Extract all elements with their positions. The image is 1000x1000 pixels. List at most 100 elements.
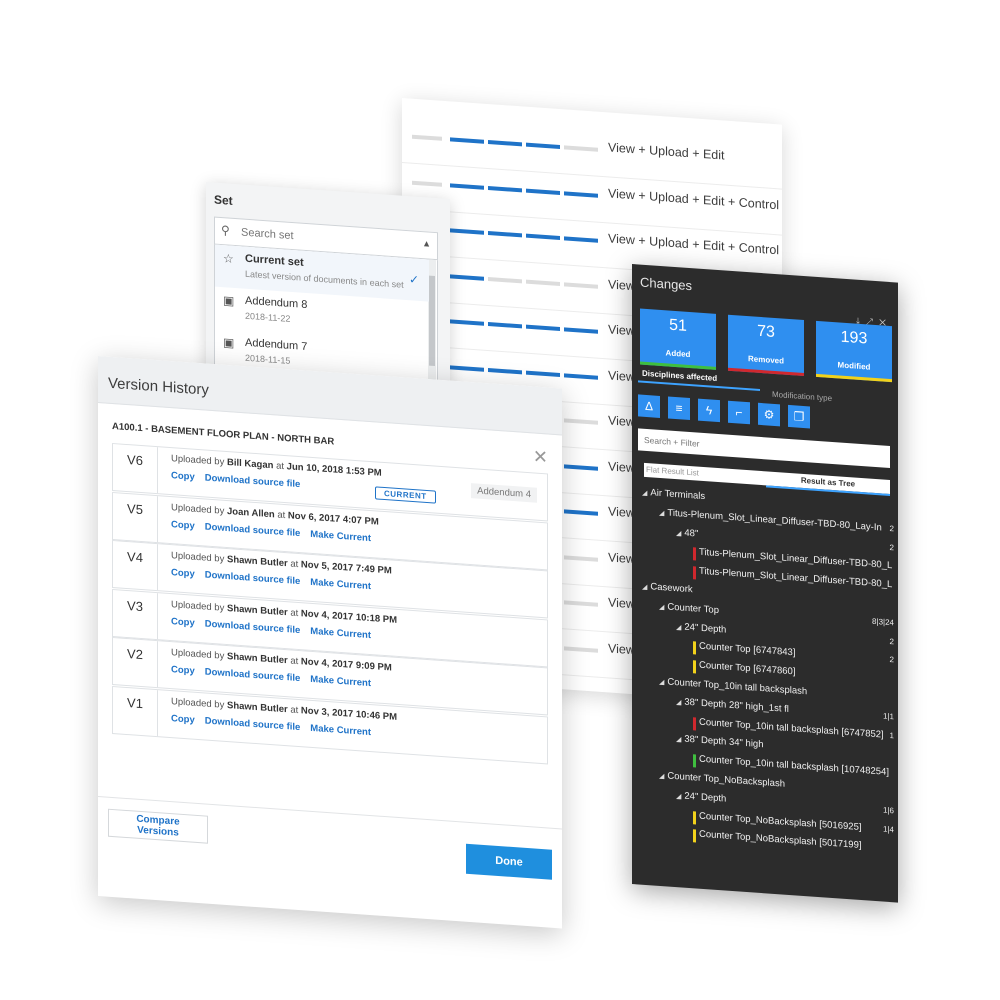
tree-node-label: Counter Top_NoBacksplash — [667, 770, 785, 790]
caret-down-icon[interactable]: ◢ — [676, 624, 681, 631]
permission-label: View — [608, 413, 635, 430]
stat-modified[interactable]: 193 Modified — [816, 320, 892, 383]
stat-value: 51 — [669, 316, 687, 335]
permission-segment — [526, 370, 561, 377]
star-icon: ☆ — [223, 251, 234, 266]
make-current-link[interactable]: Make Current — [310, 577, 371, 592]
copy-link[interactable]: Copy — [171, 567, 195, 580]
active-tab-indicator — [638, 380, 760, 391]
upload-date: Jun 10, 2018 1:53 PM — [286, 461, 382, 479]
electrical-icon[interactable]: ϟ — [698, 398, 720, 423]
download-source-link[interactable]: Download source file — [205, 618, 301, 636]
tree-node[interactable]: ◢ 24" Depth — [676, 790, 726, 804]
permission-segment — [564, 327, 598, 334]
structure-icon[interactable]: ≡ — [668, 396, 690, 421]
stat-value: 73 — [757, 322, 775, 341]
change-count: 2 — [889, 542, 894, 552]
make-current-link[interactable]: Make Current — [310, 674, 371, 689]
copy-link[interactable]: Copy — [171, 664, 195, 677]
copy-link[interactable]: Copy — [171, 470, 195, 483]
download-source-link[interactable]: Download source file — [205, 521, 301, 539]
copy-link[interactable]: Copy — [171, 616, 195, 629]
fire-protection-icon[interactable]: ❐ — [788, 404, 810, 429]
stat-removed[interactable]: 73 Removed — [728, 314, 804, 377]
caret-down-icon[interactable]: ◢ — [676, 736, 681, 743]
tab-modification-type[interactable]: Modification type — [772, 390, 832, 403]
upload-prefix: Uploaded by — [171, 598, 225, 614]
change-marker — [693, 547, 696, 561]
caret-down-icon[interactable]: ◢ — [659, 510, 664, 517]
tree-node[interactable]: ◢ Counter Top_10in tall backsplash — [659, 676, 807, 697]
permission-level-bar[interactable] — [412, 134, 602, 152]
copy-link[interactable]: Copy — [171, 519, 195, 532]
permission-level-bar[interactable] — [412, 180, 602, 198]
permission-segment — [488, 322, 523, 329]
tree-node[interactable]: ◢ Counter Top_NoBacksplash — [659, 770, 785, 790]
mechanical-icon[interactable]: ⚙ — [758, 402, 780, 427]
tree-node-label: Air Terminals — [650, 487, 706, 503]
stat-value: 193 — [840, 328, 868, 348]
caret-down-icon[interactable]: ◢ — [676, 530, 681, 537]
caret-down-icon[interactable]: ◢ — [659, 679, 664, 686]
tree-node[interactable]: Counter Top [6747843] — [699, 641, 795, 659]
tree-node[interactable]: ◢ Counter Top — [659, 601, 719, 616]
tree-node[interactable]: Counter Top [6747860] — [699, 660, 795, 678]
plumbing-icon[interactable]: ⌐ — [728, 400, 750, 425]
stat-label: Modified — [837, 360, 871, 372]
uploader-name: Shawn Butler — [227, 554, 288, 570]
chevron-up-icon[interactable]: ▲ — [422, 238, 431, 249]
version-number: V1 — [113, 686, 158, 736]
uploader-name: Shawn Butler — [227, 651, 288, 667]
tree-node[interactable]: ◢ Casework — [642, 581, 693, 595]
tree-node[interactable]: Counter Top_NoBacksplash [5017199] — [699, 829, 862, 851]
tree-node[interactable]: Counter Top_NoBacksplash [5016925] — [699, 810, 862, 832]
permission-label: View + Upload + Edit + Control — [608, 231, 780, 258]
change-count: 2 — [889, 523, 894, 534]
architecture-icon[interactable]: ∆ — [638, 394, 660, 418]
upload-at: at — [290, 558, 299, 571]
permission-segment — [564, 145, 598, 152]
tree-node[interactable]: ◢ 38" Depth 34" high — [676, 733, 764, 751]
permission-label: View — [608, 458, 635, 475]
upload-at: at — [276, 460, 285, 473]
scrollbar-thumb[interactable] — [429, 275, 435, 367]
tree-node-label: Counter Top [6747843] — [699, 641, 796, 659]
download-source-link[interactable]: Download source file — [205, 715, 301, 733]
change-marker — [693, 566, 696, 580]
version-history-dialog: Version History A100.1 - BASEMENT FLOOR … — [98, 356, 562, 929]
close-icon[interactable]: ✕ — [533, 446, 548, 468]
current-badge: CURRENT — [375, 486, 436, 504]
permission-segment — [564, 600, 598, 607]
search-filter-input[interactable] — [638, 428, 890, 469]
change-count: 8|3|24 — [872, 616, 894, 628]
caret-down-icon[interactable]: ◢ — [642, 490, 647, 497]
make-current-link[interactable]: Make Current — [310, 528, 371, 543]
upload-at: at — [290, 703, 299, 716]
download-source-link[interactable]: Download source file — [205, 472, 301, 490]
tree-node[interactable]: ◢ 38" Depth 28" high_1st fl — [676, 696, 789, 714]
tree-node-label: Counter Top_NoBacksplash [5017199] — [699, 829, 862, 852]
make-current-link[interactable]: Make Current — [310, 722, 371, 737]
caret-down-icon[interactable]: ◢ — [676, 793, 681, 800]
tree-node[interactable]: ◢ Air Terminals — [642, 487, 705, 502]
caret-down-icon[interactable]: ◢ — [676, 699, 681, 706]
tree-node[interactable]: ◢ 24" Depth — [676, 621, 726, 635]
compare-versions-button[interactable]: Compare Versions — [108, 808, 208, 844]
make-current-link[interactable]: Make Current — [310, 625, 371, 640]
caret-down-icon[interactable]: ◢ — [659, 773, 664, 780]
permission-segment — [488, 276, 523, 283]
permission-segment — [412, 180, 443, 187]
done-button[interactable]: Done — [466, 843, 552, 880]
upload-at: at — [290, 655, 299, 668]
copy-link[interactable]: Copy — [171, 713, 195, 726]
caret-down-icon[interactable]: ◢ — [642, 584, 647, 591]
stat-added[interactable]: 51 Added — [640, 308, 716, 370]
stat-label: Removed — [747, 354, 784, 366]
dialog-title: Version History — [108, 374, 209, 399]
permission-segment — [564, 418, 598, 425]
download-source-link[interactable]: Download source file — [205, 666, 301, 684]
download-source-link[interactable]: Download source file — [205, 569, 301, 587]
tab-flat-result-list[interactable]: Flat Result List — [644, 462, 766, 486]
tree-node[interactable]: ◢ 48" — [676, 527, 698, 539]
caret-down-icon[interactable]: ◢ — [659, 604, 664, 611]
